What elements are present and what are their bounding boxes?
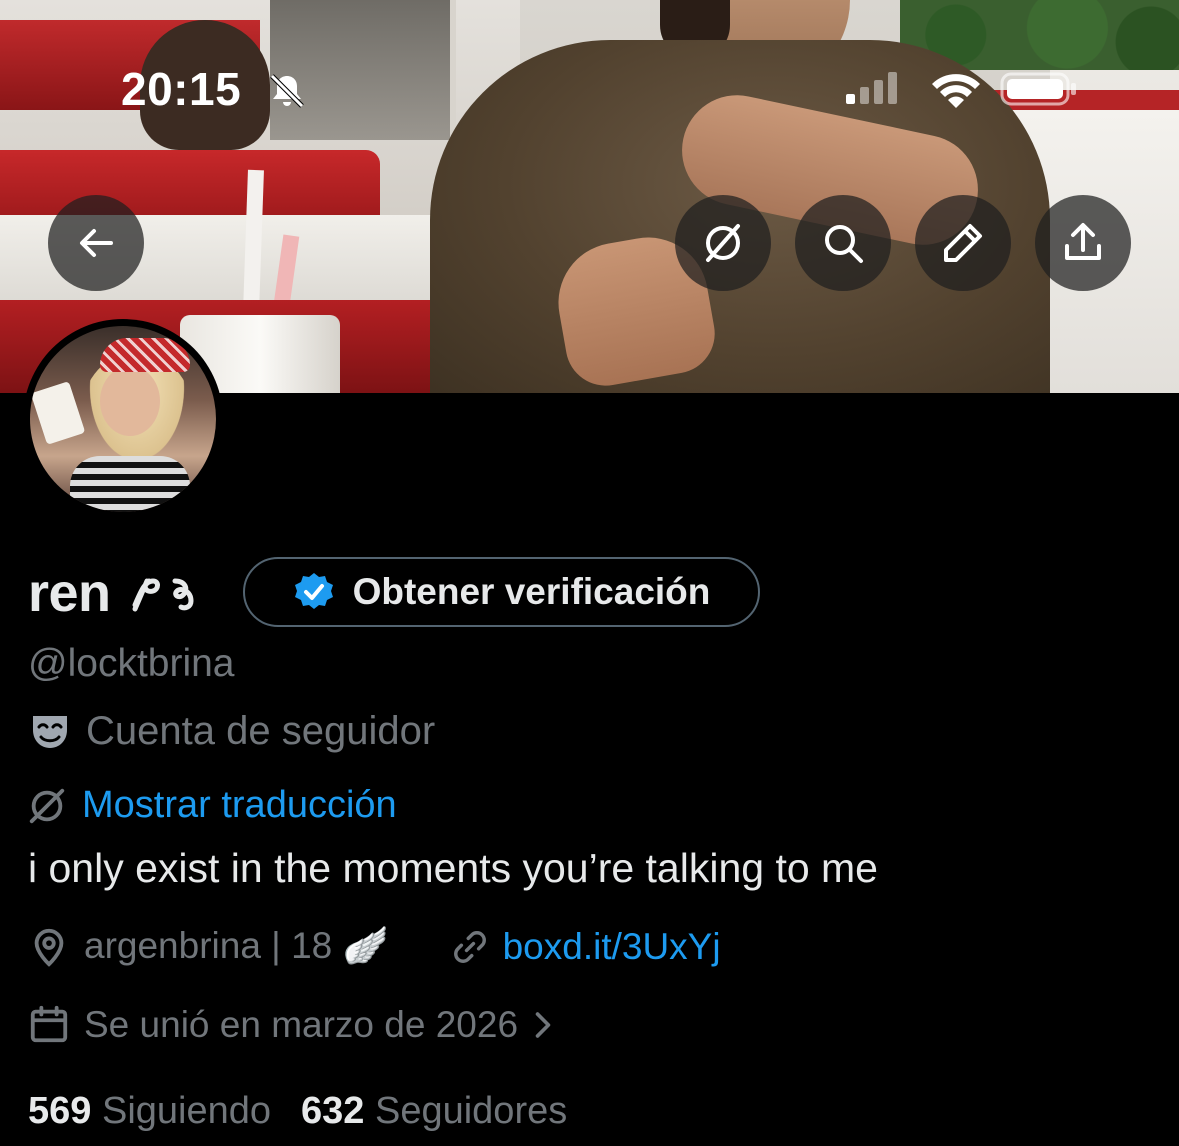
share-button[interactable] <box>1035 195 1131 291</box>
search-icon <box>825 225 863 263</box>
profile-bio: i only exist in the moments you’re talki… <box>28 845 878 891</box>
back-button[interactable] <box>48 195 144 291</box>
avatar-photo-cards <box>30 381 86 445</box>
get-verified-button[interactable]: Obtener verificación <box>243 557 760 627</box>
following-stat[interactable]: 569 Siguiendo <box>28 1090 271 1133</box>
no-translate-icon <box>29 788 65 823</box>
theater-mask-icon <box>33 715 67 748</box>
avatar-photo-face <box>100 366 160 436</box>
verified-badge-icon <box>294 573 333 609</box>
avatar-photo-top <box>70 456 190 512</box>
account-type-label: Cuenta de seguidor <box>28 709 435 754</box>
link-icon <box>453 930 486 963</box>
get-verified-label: Obtener verificación <box>352 571 711 612</box>
share-icon <box>1065 223 1101 260</box>
user-handle: @locktbrina <box>28 642 235 685</box>
joined-date-row[interactable]: Se unió en marzo de 2026 <box>28 1004 554 1046</box>
followers-count: 632 <box>301 1090 375 1132</box>
display-name-glyph <box>125 569 215 621</box>
edit-profile-button[interactable] <box>915 195 1011 291</box>
cellular-signal-icon <box>846 72 897 104</box>
chevron-right-icon <box>535 1012 551 1038</box>
display-name: ren <box>28 562 215 624</box>
bell-slash-icon <box>270 74 304 108</box>
ribbon-glyph-icon <box>132 578 194 612</box>
calendar-icon <box>30 1005 68 1043</box>
show-translation-text: Mostrar traducción <box>82 784 397 826</box>
follow-stats: 569 Siguiendo 632 Seguidores <box>28 1090 567 1133</box>
following-count: 569 <box>28 1090 102 1132</box>
status-time: 20:15 <box>121 63 242 115</box>
display-name-text: ren <box>28 563 111 623</box>
followers-label: Seguidores <box>374 1090 568 1132</box>
status-indicators <box>840 70 1080 110</box>
back-arrow-icon <box>80 229 113 257</box>
wifi-icon <box>932 74 980 108</box>
profile-meta-row: argenbrina | 18 🪽 boxd.it/3UxYj <box>28 925 721 968</box>
followers-stat[interactable]: 632 Seguidores <box>301 1090 567 1133</box>
edit-pencil-icon <box>944 224 982 262</box>
joined-date-text: Se unió en marzo de 2026 <box>84 1004 519 1045</box>
profile-avatar[interactable] <box>23 319 223 519</box>
account-type-text: Cuenta de seguidor <box>86 709 436 753</box>
translate-toggle-button[interactable] <box>675 195 771 291</box>
location-pin-icon <box>34 928 64 967</box>
banner-booth-back <box>0 150 380 220</box>
battery-icon <box>1000 72 1076 106</box>
show-translation-link[interactable]: Mostrar traducción <box>26 784 397 827</box>
avatar-photo <box>30 326 216 512</box>
no-translate-icon <box>706 224 740 262</box>
website-link[interactable]: boxd.it/3UxYj <box>503 926 721 968</box>
search-button[interactable] <box>795 195 891 291</box>
location-text: argenbrina | 18 🪽 <box>84 925 389 966</box>
following-label: Siguiendo <box>101 1090 272 1132</box>
avatar-photo-bandana <box>100 338 190 372</box>
